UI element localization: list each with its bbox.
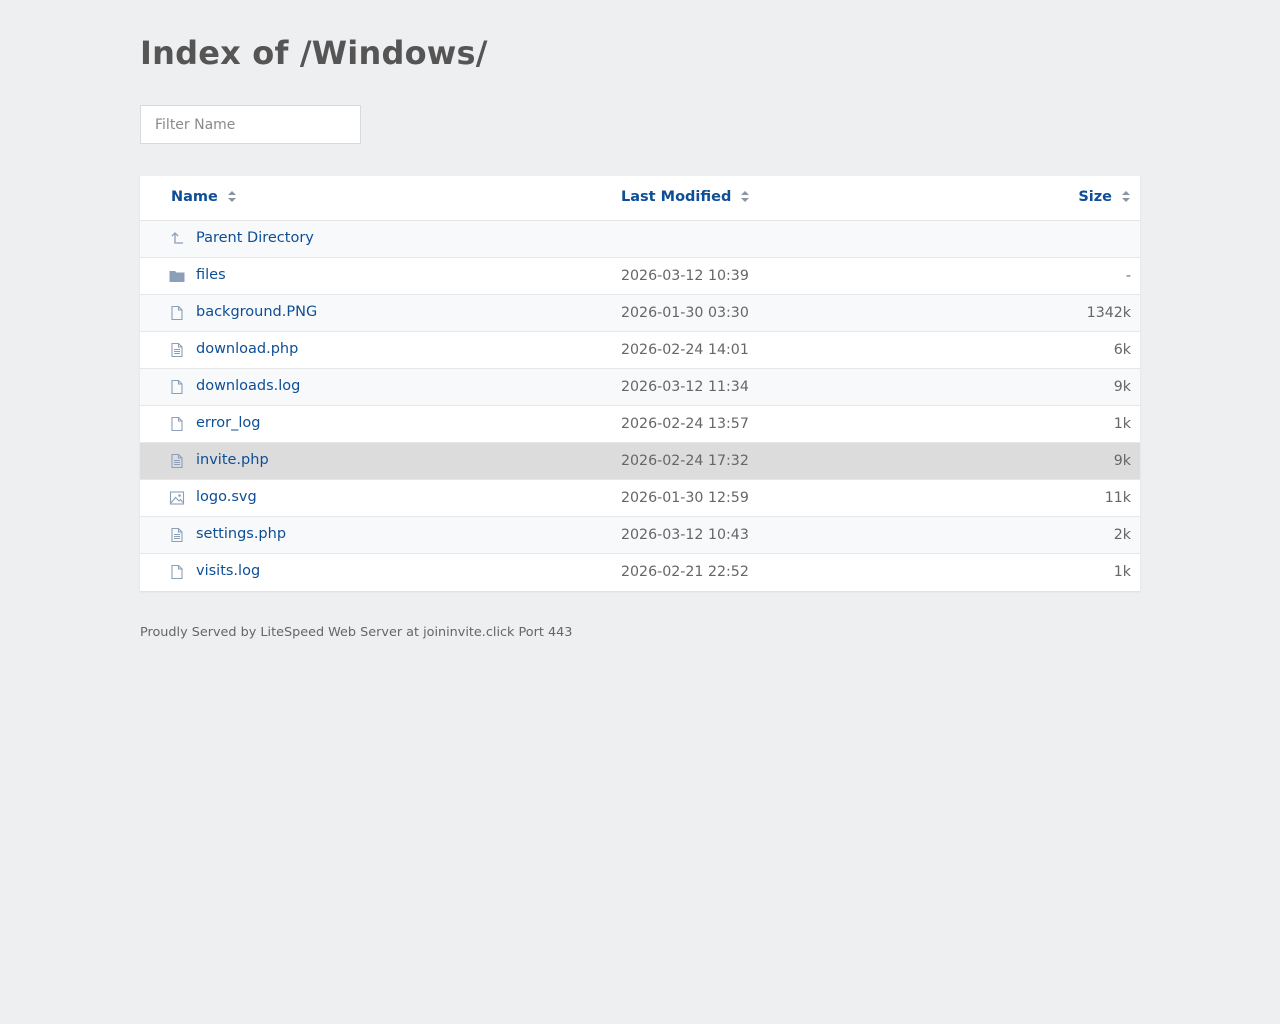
file-icon: [169, 564, 185, 580]
last-modified-value: 2026-03-12 11:34: [621, 379, 749, 395]
last-modified-value: 2026-03-12 10:43: [621, 527, 749, 543]
table-row[interactable]: background.PNG 2026-01-30 03:30 1342k: [140, 295, 1140, 332]
table-header: Name Last Modified Size: [140, 176, 1140, 221]
file-size-value: 1342k: [1086, 305, 1131, 321]
file-name-link[interactable]: settings.php: [196, 526, 286, 542]
text-file-icon: [169, 453, 185, 469]
sort-by-name-header[interactable]: Name: [171, 189, 236, 205]
name-column-label: Name: [171, 189, 218, 205]
file-size-value: 11k: [1104, 490, 1131, 506]
folder-icon: [169, 268, 185, 284]
last-modified-value: 2026-02-24 13:57: [621, 416, 749, 432]
file-name-link[interactable]: background.PNG: [196, 304, 317, 320]
file-name-link[interactable]: logo.svg: [196, 489, 257, 505]
sort-by-size-header[interactable]: Size: [1078, 189, 1130, 205]
sort-by-last-modified-header[interactable]: Last Modified: [621, 189, 750, 205]
last-modified-value: 2026-02-24 14:01: [621, 342, 749, 358]
parent-directory-row[interactable]: Parent Directory: [140, 221, 1140, 258]
file-size-value: 6k: [1113, 342, 1131, 358]
table-row[interactable]: settings.php 2026-03-12 10:43 2k: [140, 517, 1140, 554]
table-row[interactable]: download.php 2026-02-24 14:01 6k: [140, 332, 1140, 369]
file-size-value: 9k: [1113, 453, 1131, 469]
sort-arrows-icon: [1122, 191, 1130, 203]
text-file-icon: [169, 527, 185, 543]
last-modified-value: 2026-02-21 22:52: [621, 564, 749, 580]
file-icon: [169, 416, 185, 432]
last-modified-value: 2026-02-24 17:32: [621, 453, 749, 469]
text-file-icon: [169, 342, 185, 358]
filter-name-input[interactable]: [140, 105, 361, 144]
table-row[interactable]: files 2026-03-12 10:39 -: [140, 258, 1140, 295]
file-table: Name Last Modified Size Parent Directory…: [140, 176, 1140, 591]
file-icon: [169, 379, 185, 395]
file-size-value: 9k: [1113, 379, 1131, 395]
file-name-link[interactable]: visits.log: [196, 563, 260, 579]
file-name-link[interactable]: error_log: [196, 415, 260, 431]
file-size-value: -: [1125, 268, 1131, 284]
parent-directory-icon: [169, 231, 185, 247]
file-size-value: 1k: [1113, 564, 1131, 580]
file-name-link[interactable]: invite.php: [196, 452, 269, 468]
table-body: Parent Directory files 2026-03-12 10:39 - b…: [140, 221, 1140, 591]
last-modified-value: 2026-03-12 10:39: [621, 268, 749, 284]
file-size-value: 2k: [1113, 527, 1131, 543]
last-modified-value: 2026-01-30 12:59: [621, 490, 749, 506]
last-modified-value: 2026-01-30 03:30: [621, 305, 749, 321]
file-size-value: 1k: [1113, 416, 1131, 432]
table-row[interactable]: downloads.log 2026-03-12 11:34 9k: [140, 369, 1140, 406]
table-row[interactable]: invite.php 2026-02-24 17:32 9k: [140, 443, 1140, 480]
table-row[interactable]: logo.svg 2026-01-30 12:59 11k: [140, 480, 1140, 517]
file-name-link[interactable]: files: [196, 267, 226, 283]
server-footer: Proudly Served by LiteSpeed Web Server a…: [140, 625, 573, 640]
image-file-icon: [169, 490, 185, 506]
file-name-link[interactable]: downloads.log: [196, 378, 300, 394]
file-name-link[interactable]: download.php: [196, 341, 298, 357]
table-row[interactable]: error_log 2026-02-24 13:57 1k: [140, 406, 1140, 443]
last-modified-column-label: Last Modified: [621, 189, 732, 205]
sort-arrows-icon: [741, 191, 750, 203]
sort-arrows-icon: [227, 191, 236, 203]
page-title: Index of /Windows/: [140, 34, 488, 72]
file-icon: [169, 305, 185, 321]
table-row[interactable]: visits.log 2026-02-21 22:52 1k: [140, 554, 1140, 591]
size-column-label: Size: [1078, 189, 1112, 205]
parent-directory-link[interactable]: Parent Directory: [196, 230, 314, 246]
